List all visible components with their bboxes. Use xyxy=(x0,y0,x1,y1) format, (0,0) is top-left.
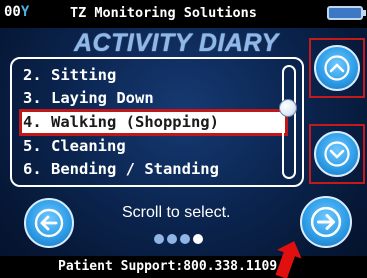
signal-indicator: 00Y xyxy=(4,4,29,20)
page-dot xyxy=(167,234,177,244)
footer-bar: Patient Support:800.338.1109 xyxy=(0,256,367,278)
list-item[interactable]: 3. Laying Down xyxy=(21,87,286,110)
page-dot-active xyxy=(193,234,203,244)
scroll-down-button[interactable] xyxy=(314,131,360,177)
page-title: ACTIVITY DIARY xyxy=(74,29,279,57)
page-dot xyxy=(180,234,190,244)
arrow-right-icon xyxy=(310,206,342,238)
scroll-up-button[interactable] xyxy=(314,45,360,91)
support-phone: Patient Support:800.338.1109 xyxy=(58,259,278,274)
activity-items: 2. Sitting 3. Laying Down 4. Walking (Sh… xyxy=(19,64,288,181)
scroll-hint: Scroll to select. xyxy=(122,204,231,221)
back-button[interactable] xyxy=(24,198,74,248)
activity-list: 2. Sitting 3. Laying Down 4. Walking (Sh… xyxy=(10,57,304,187)
list-item[interactable]: 2. Sitting xyxy=(21,64,286,87)
antenna-icon: Y xyxy=(20,4,30,20)
list-item[interactable]: 5. Cleaning xyxy=(21,135,286,158)
brand-name: TZ Monitoring Solutions xyxy=(70,5,257,21)
page-dot xyxy=(154,234,164,244)
scrollbar-track[interactable] xyxy=(279,65,297,179)
page-indicator xyxy=(154,234,203,244)
scrollbar-thumb[interactable] xyxy=(279,99,297,117)
status-bar: 00Y TZ Monitoring Solutions xyxy=(0,0,367,28)
list-item[interactable]: 6. Bending / Standing xyxy=(21,158,286,181)
pointer-arrow-icon xyxy=(275,241,302,278)
battery-icon xyxy=(327,6,366,20)
chevron-up-icon xyxy=(324,55,350,81)
arrow-left-icon xyxy=(34,208,64,238)
signal-strength: 00 xyxy=(4,4,21,20)
list-item-selected[interactable]: 4. Walking (Shopping) xyxy=(19,109,288,136)
chevron-down-icon xyxy=(324,141,350,167)
device-screen: 00Y TZ Monitoring Solutions ACTIVITY DIA… xyxy=(0,0,367,278)
